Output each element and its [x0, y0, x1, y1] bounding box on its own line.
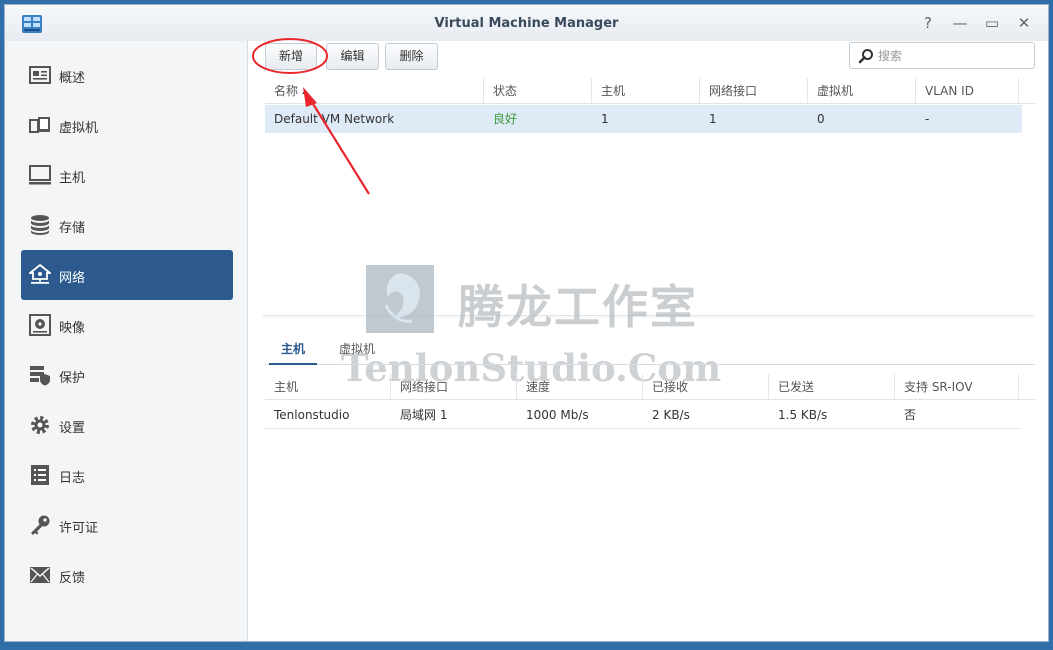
window-title: Virtual Machine Manager — [434, 16, 619, 31]
detail-sriov: 否 — [904, 408, 917, 422]
network-interfaces: 1 — [709, 112, 717, 126]
column-header-sriov[interactable]: 支持 SR-IOV — [895, 374, 1019, 400]
add-button[interactable]: 新增 — [265, 43, 317, 70]
watermark-dragon-logo — [366, 265, 434, 333]
virtual-machine-icon — [29, 117, 50, 133]
network-vms: 0 — [817, 112, 825, 126]
sidebar-item-virtual-machine[interactable]: 虚拟机 — [21, 101, 233, 149]
tab-virtual-machine[interactable]: 虚拟机 — [327, 334, 387, 365]
sidebar-item-label: 主机 — [59, 171, 86, 186]
detail-tabs: 主机 虚拟机 — [265, 334, 1035, 365]
column-header-hosts[interactable]: 主机 — [592, 78, 700, 104]
delete-button[interactable]: 删除 — [385, 43, 438, 70]
sidebar-item-label: 日志 — [59, 471, 86, 486]
detail-table-header: 主机 网络接口 速度 已接收 已发送 支持 SR-IOV — [265, 374, 1035, 400]
column-header-vlan[interactable]: VLAN ID — [916, 78, 1019, 104]
network-table-header: 名称 状态 主机 网络接口 虚拟机 VLAN ID — [265, 78, 1035, 104]
help-button[interactable]: ? — [917, 13, 939, 33]
sidebar-item-feedback[interactable]: 反馈 — [21, 551, 233, 599]
column-header-received[interactable]: 已接收 — [643, 374, 769, 400]
column-header-name[interactable]: 名称 — [265, 78, 484, 104]
column-header-speed[interactable]: 速度 — [517, 374, 643, 400]
sidebar-item-label: 保护 — [59, 371, 86, 386]
sidebar-item-storage[interactable]: 存储 — [21, 201, 233, 249]
sidebar-item-image[interactable]: 映像 — [21, 301, 233, 349]
close-button[interactable]: ✕ — [1013, 13, 1035, 33]
sidebar-item-label: 反馈 — [59, 571, 86, 586]
disc-icon — [29, 314, 51, 336]
column-header-vms[interactable]: 虚拟机 — [808, 78, 916, 104]
monitor-icon — [29, 165, 51, 185]
column-header-interface[interactable]: 网络接口 — [391, 374, 517, 400]
sidebar-item-label: 许可证 — [59, 521, 99, 536]
sidebar-item-label: 设置 — [59, 421, 86, 436]
sidebar-item-host[interactable]: 主机 — [21, 151, 233, 199]
edit-button[interactable]: 编辑 — [326, 43, 379, 70]
sidebar-item-label: 网络 — [59, 271, 86, 286]
dragon-icon — [384, 273, 420, 323]
database-icon — [31, 215, 49, 235]
table-row[interactable]: Tenlonstudio 局域网 1 1000 Mb/s 2 KB/s 1.5 … — [265, 401, 1022, 429]
column-header-interfaces[interactable]: 网络接口 — [700, 78, 808, 104]
network-status: 良好 — [493, 112, 518, 126]
network-icon — [29, 264, 51, 284]
app-window: Virtual Machine Manager ? — ▭ ✕ 概述 虚拟机 主… — [4, 4, 1049, 642]
sort-ascending-icon — [302, 89, 309, 94]
key-icon — [31, 515, 50, 535]
minimize-button[interactable]: — — [949, 13, 971, 33]
sidebar: 概述 虚拟机 主机 存储 网络 映像 保护 设置 日志 许可证 反馈 — [5, 41, 248, 641]
sidebar-item-label: 存储 — [59, 221, 86, 236]
sidebar-item-network[interactable]: 网络 — [21, 250, 233, 300]
shield-server-icon — [30, 366, 50, 386]
tab-host[interactable]: 主机 — [269, 334, 318, 365]
title-bar: Virtual Machine Manager ? — ▭ ✕ — [5, 5, 1048, 41]
sidebar-item-overview[interactable]: 概述 — [21, 51, 233, 99]
search-box[interactable] — [849, 42, 1035, 69]
detail-host: Tenlonstudio — [274, 408, 350, 422]
overview-icon — [29, 66, 51, 84]
network-name: Default VM Network — [274, 112, 395, 126]
sidebar-item-license[interactable]: 许可证 — [21, 501, 233, 549]
sidebar-item-log[interactable]: 日志 — [21, 451, 233, 499]
sidebar-item-label: 虚拟机 — [59, 121, 99, 136]
network-vlan: - — [925, 112, 930, 126]
column-header-host[interactable]: 主机 — [265, 374, 391, 400]
sidebar-item-label: 映像 — [59, 321, 86, 336]
maximize-button[interactable]: ▭ — [981, 13, 1003, 33]
search-input[interactable] — [878, 47, 1028, 65]
detail-speed: 1000 Mb/s — [526, 408, 589, 422]
sidebar-item-protection[interactable]: 保护 — [21, 351, 233, 399]
sidebar-item-label: 概述 — [59, 71, 86, 86]
detail-sent: 1.5 KB/s — [778, 408, 828, 422]
search-icon — [858, 49, 873, 64]
table-row[interactable]: Default VM Network 良好 1 1 0 - — [265, 105, 1022, 133]
envelope-icon — [30, 567, 50, 583]
network-hosts: 1 — [601, 112, 609, 126]
column-header-status[interactable]: 状态 — [484, 78, 592, 104]
column-header-sent[interactable]: 已发送 — [769, 374, 895, 400]
sidebar-item-settings[interactable]: 设置 — [21, 401, 233, 449]
log-list-icon — [31, 465, 49, 485]
detail-interface: 局域网 1 — [400, 408, 448, 422]
detail-received: 2 KB/s — [652, 408, 690, 422]
watermark-title: 腾龙工作室 — [458, 280, 698, 334]
gear-icon — [31, 416, 49, 434]
